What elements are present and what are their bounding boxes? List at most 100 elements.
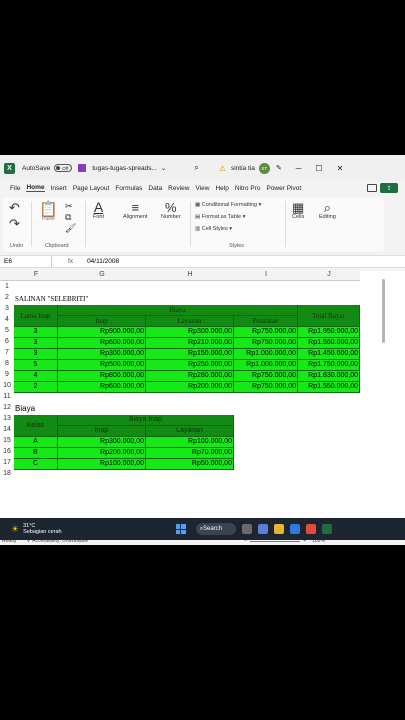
cell-lama-inap[interactable]: 3 — [14, 349, 58, 360]
header-kelas[interactable]: Kelas — [14, 415, 58, 437]
header-biaya[interactable]: Biaya — [58, 305, 298, 316]
copy-icon[interactable]: ⧉ — [65, 212, 71, 223]
save-icon[interactable] — [78, 164, 87, 172]
row-header[interactable]: 10 — [0, 382, 14, 389]
cell-lama-inap[interactable]: 3 — [14, 338, 58, 349]
cell-total-bayar[interactable]: Rp1.750.000,00 — [298, 360, 360, 371]
cell-styles-button[interactable]: ▥ Cell Styles ▾ — [195, 226, 232, 232]
editing-button[interactable]: ⌕ Editing — [319, 201, 336, 220]
chat-icon[interactable] — [257, 524, 268, 534]
cell-kelas[interactable]: A — [14, 437, 58, 448]
warning-icon[interactable]: ⚠ — [219, 164, 226, 173]
cell-peralatan[interactable]: Rp750.000,00 — [234, 382, 298, 393]
tab-power-pivot[interactable]: Power Pivot — [266, 185, 301, 192]
user-name[interactable]: sintia tia — [231, 165, 255, 172]
cell-total-bayar[interactable]: Rp1.450.000,00 — [298, 349, 360, 360]
row-header[interactable]: 8 — [0, 360, 14, 367]
tab-help[interactable]: Help — [215, 185, 228, 192]
name-box[interactable]: E6 — [0, 256, 52, 267]
row-header[interactable]: 17 — [0, 459, 14, 466]
row-header[interactable]: 16 — [0, 448, 14, 455]
tab-data[interactable]: Data — [148, 185, 162, 192]
column-header-g[interactable]: G — [58, 271, 146, 281]
row-header[interactable]: 6 — [0, 338, 14, 345]
cell-lama-inap[interactable]: 5 — [14, 360, 58, 371]
weather-sun-icon[interactable]: ☀ — [11, 524, 19, 535]
close-button[interactable]: ✕ — [337, 164, 344, 173]
header-inap[interactable]: Inap — [58, 316, 146, 327]
cell-inap[interactable]: Rp300.000,00 — [58, 349, 146, 360]
task-view-icon[interactable] — [241, 524, 252, 534]
header-total-bayar[interactable]: Total Bayar — [298, 305, 360, 327]
cell-layanan[interactable]: Rp50.000,00 — [146, 459, 234, 470]
vertical-scroll-thumb[interactable] — [382, 279, 385, 343]
vertical-scrollbar[interactable] — [381, 275, 387, 525]
spreadsheet-grid[interactable]: F G H I J 1 2 3 4 5 6 7 8 9 10 11 12 13 … — [0, 271, 405, 527]
row-header[interactable]: 4 — [0, 316, 14, 323]
row-header[interactable]: 11 — [0, 393, 14, 400]
header-biaya-inap[interactable]: Biaya Inap — [58, 415, 234, 426]
paste-button[interactable]: 📋 Paste — [39, 202, 58, 222]
cell-peralatan[interactable]: Rp750.000,00 — [234, 371, 298, 382]
cell-layanan[interactable]: Rp200.000,00 — [146, 382, 234, 393]
row-header[interactable]: 15 — [0, 437, 14, 444]
cell-peralatan[interactable]: Rp1.000.000,00 — [234, 360, 298, 371]
table1-title[interactable]: SALINAN "SELEBRITI" — [15, 294, 215, 304]
conditional-formatting-button[interactable]: ▦ Conditional Formatting ▾ — [195, 202, 261, 208]
undo-button[interactable]: ↶ — [9, 201, 20, 214]
cell-total-bayar[interactable]: Rp1.950.000,00 — [298, 327, 360, 338]
row-header[interactable]: 13 — [0, 415, 14, 422]
column-header-j[interactable]: J — [298, 271, 360, 281]
cell-inap[interactable]: Rp100.000,00 — [58, 459, 146, 470]
avatar[interactable]: ST — [258, 162, 270, 174]
share-button[interactable]: ⇪ — [380, 183, 398, 193]
row-header[interactable]: 3 — [0, 305, 14, 312]
column-header-i[interactable]: I — [234, 271, 298, 281]
row-header[interactable]: 14 — [0, 426, 14, 433]
chevron-down-icon[interactable]: ⌄ — [161, 164, 166, 172]
cell-lama-inap[interactable]: 4 — [14, 371, 58, 382]
column-header-f[interactable]: F — [14, 271, 58, 281]
search-icon[interactable]: ⌕ — [194, 163, 198, 173]
comment-icon[interactable] — [367, 184, 377, 192]
edge-icon[interactable] — [289, 524, 300, 534]
cell-lama-inap[interactable]: 2 — [14, 382, 58, 393]
header-layanan[interactable]: Layanan — [146, 316, 234, 327]
document-title[interactable]: tugas-tugas-spreads... — [92, 165, 157, 172]
header-inap[interactable]: Inap — [58, 426, 146, 437]
cells-button[interactable]: ▦ Cells — [292, 201, 304, 220]
cell-kelas[interactable]: B — [14, 448, 58, 459]
tab-nitro-pro[interactable]: Nitro Pro — [235, 185, 261, 192]
tab-view[interactable]: View — [195, 185, 209, 192]
redo-button[interactable]: ↷ — [9, 217, 20, 230]
cell-total-bayar[interactable]: Rp1.830.000,00 — [298, 371, 360, 382]
cell-peralatan[interactable]: Rp750.000,00 — [234, 327, 298, 338]
cell-inap[interactable]: Rp800.000,00 — [58, 371, 146, 382]
cell-layanan[interactable]: Rp100.000,00 — [146, 437, 234, 448]
header-lama-inap[interactable]: Lama Inap — [14, 305, 58, 327]
number-button[interactable]: % Number — [161, 201, 181, 220]
cell-inap[interactable]: Rp200.000,00 — [58, 448, 146, 459]
cell-layanan[interactable]: Rp280.000,00 — [146, 371, 234, 382]
cut-icon[interactable]: ✂ — [65, 201, 73, 212]
cell-peralatan[interactable]: Rp1.000.000,00 — [234, 349, 298, 360]
weather-widget[interactable]: 31°C Sebagian cerah — [23, 523, 62, 536]
alignment-button[interactable]: ≡ Alignment — [123, 201, 147, 220]
row-header[interactable]: 7 — [0, 349, 14, 356]
cell-inap[interactable]: Rp600.000,00 — [58, 338, 146, 349]
minimize-button[interactable]: ─ — [296, 164, 302, 173]
row-header[interactable]: 1 — [0, 283, 14, 290]
cell-layanan[interactable]: Rp70.000,00 — [146, 448, 234, 459]
row-header[interactable]: 9 — [0, 371, 14, 378]
cell-layanan[interactable]: Rp210.000,00 — [146, 338, 234, 349]
cell-layanan[interactable]: Rp150.000,00 — [146, 349, 234, 360]
tab-page-layout[interactable]: Page Layout — [73, 185, 110, 192]
table2-title[interactable]: Biaya — [15, 404, 95, 414]
select-all-corner[interactable] — [0, 271, 14, 281]
row-header[interactable]: 5 — [0, 327, 14, 334]
tab-home[interactable]: Home — [26, 184, 45, 192]
tab-review[interactable]: Review — [168, 185, 189, 192]
zoom-slider[interactable] — [250, 540, 301, 542]
cell-inap[interactable]: Rp300.000,00 — [58, 437, 146, 448]
cell-inap[interactable]: Rp500.000,00 — [58, 360, 146, 371]
